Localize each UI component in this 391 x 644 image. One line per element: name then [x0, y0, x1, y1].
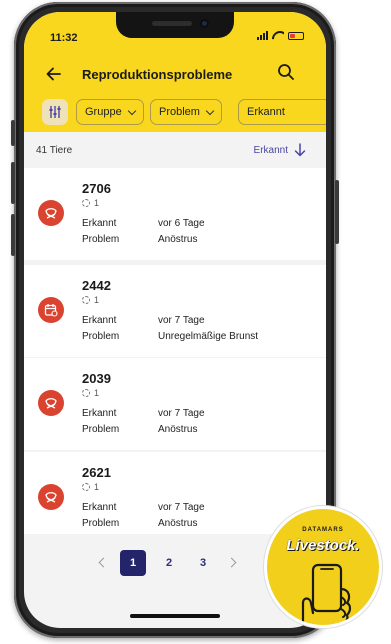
alert-avatar	[38, 200, 64, 226]
lactation-info: 1	[82, 388, 99, 398]
problem-label: Problem	[82, 331, 120, 342]
page-button-3[interactable]: 3	[190, 550, 216, 576]
livestock-badge: DATAMARS Livestock.	[264, 506, 382, 628]
chip-label: Problem	[159, 106, 200, 118]
lactation-icon	[82, 199, 90, 207]
filter-chip-erkannt[interactable]: Erkannt	[238, 99, 326, 125]
chip-label: Gruppe	[85, 106, 122, 118]
lactation-info: 1	[82, 482, 99, 492]
filter-settings-button[interactable]	[42, 99, 68, 125]
lactation-icon	[82, 296, 90, 304]
animal-id: 2706	[82, 181, 111, 196]
problem-value: Anöstrus	[158, 234, 198, 245]
phone-volume-down	[11, 214, 15, 256]
problem-value: Anöstrus	[158, 424, 198, 435]
filter-chip-problem[interactable]: Problem	[150, 99, 222, 125]
cow-icon	[45, 208, 57, 219]
signal-icon	[257, 31, 268, 40]
search-icon[interactable]	[276, 62, 296, 82]
problem-label: Problem	[82, 424, 120, 435]
chip-label: Erkannt	[247, 106, 285, 118]
animal-id: 2621	[82, 465, 111, 480]
status-icons	[257, 31, 304, 40]
lactation-number: 1	[94, 482, 100, 492]
detected-label: Erkannt	[82, 502, 117, 513]
camera-icon	[200, 19, 209, 28]
sliders-icon	[49, 106, 61, 118]
chevron-right-icon[interactable]	[226, 557, 237, 568]
detected-value: vor 7 Tage	[158, 408, 205, 419]
page-button-2[interactable]: 2	[156, 550, 182, 576]
sort-button[interactable]: Erkannt	[254, 145, 288, 156]
page-button-1[interactable]: 1	[120, 550, 146, 576]
problem-label: Problem	[82, 518, 120, 529]
list-header: 41 Tiere Erkannt	[24, 132, 326, 168]
calendar-icon	[44, 304, 58, 317]
lactation-info: 1	[82, 198, 99, 208]
lactation-icon	[82, 389, 90, 397]
back-arrow-icon[interactable]	[44, 64, 64, 84]
home-indicator	[130, 614, 220, 618]
detected-value: vor 7 Tage	[158, 502, 205, 513]
alert-avatar	[38, 390, 64, 416]
lactation-number: 1	[94, 198, 100, 208]
phone-mute-switch	[11, 120, 15, 146]
battery-icon	[288, 31, 304, 40]
chevron-left-icon[interactable]	[98, 557, 109, 568]
alert-avatar	[38, 297, 64, 323]
problem-label: Problem	[82, 234, 120, 245]
filter-chip-gruppe[interactable]: Gruppe	[76, 99, 144, 125]
lactation-info: 1	[82, 295, 99, 305]
page-title: Reproduktionsprobleme	[82, 67, 233, 82]
detected-label: Erkannt	[82, 218, 117, 229]
list-item[interactable]: 2706 1 Erkannt vor 6 Tage Problem Anöstr…	[24, 168, 326, 260]
hand-phone-icon	[301, 563, 352, 625]
chevron-down-icon	[127, 106, 136, 115]
lactation-icon	[82, 483, 90, 491]
alert-avatar	[38, 484, 64, 510]
list-item[interactable]: 2039 1 Erkannt vor 7 Tage Problem Anöstr…	[24, 358, 326, 450]
detected-value: vor 6 Tage	[158, 218, 205, 229]
list-item[interactable]: 2442 1 Erkannt vor 7 Tage Problem Unrege…	[24, 265, 326, 357]
list-item[interactable]: 2621 1 Erkannt vor 7 Tage Problem Anöstr…	[24, 452, 326, 534]
lactation-number: 1	[94, 295, 100, 305]
cow-icon	[45, 492, 57, 503]
detected-value: vor 7 Tage	[158, 315, 205, 326]
app-header: 11:32 Reproduktionsprobleme Gruppe Probl…	[24, 12, 326, 132]
product-name: Livestock.	[286, 537, 360, 554]
phone-volume-up	[11, 162, 15, 204]
wifi-icon	[272, 31, 284, 40]
lactation-number: 1	[94, 388, 100, 398]
brand-name: DATAMARS	[302, 527, 344, 533]
chevron-down-icon	[205, 106, 215, 115]
animal-id: 2442	[82, 278, 111, 293]
problem-value: Unregelmäßige Brunst	[158, 331, 259, 342]
speaker-icon	[152, 21, 192, 26]
detected-label: Erkannt	[82, 315, 117, 326]
animal-count: 41 Tiere	[36, 145, 73, 156]
status-time: 11:32	[50, 32, 78, 44]
phone-power-button	[335, 180, 339, 244]
problem-value: Anöstrus	[158, 518, 198, 529]
notch	[116, 12, 234, 38]
filter-bar: Gruppe Problem Erkannt	[24, 97, 326, 129]
cow-icon	[45, 398, 57, 409]
animal-id: 2039	[82, 371, 111, 386]
arrow-down-icon[interactable]	[294, 143, 306, 157]
detected-label: Erkannt	[82, 408, 117, 419]
